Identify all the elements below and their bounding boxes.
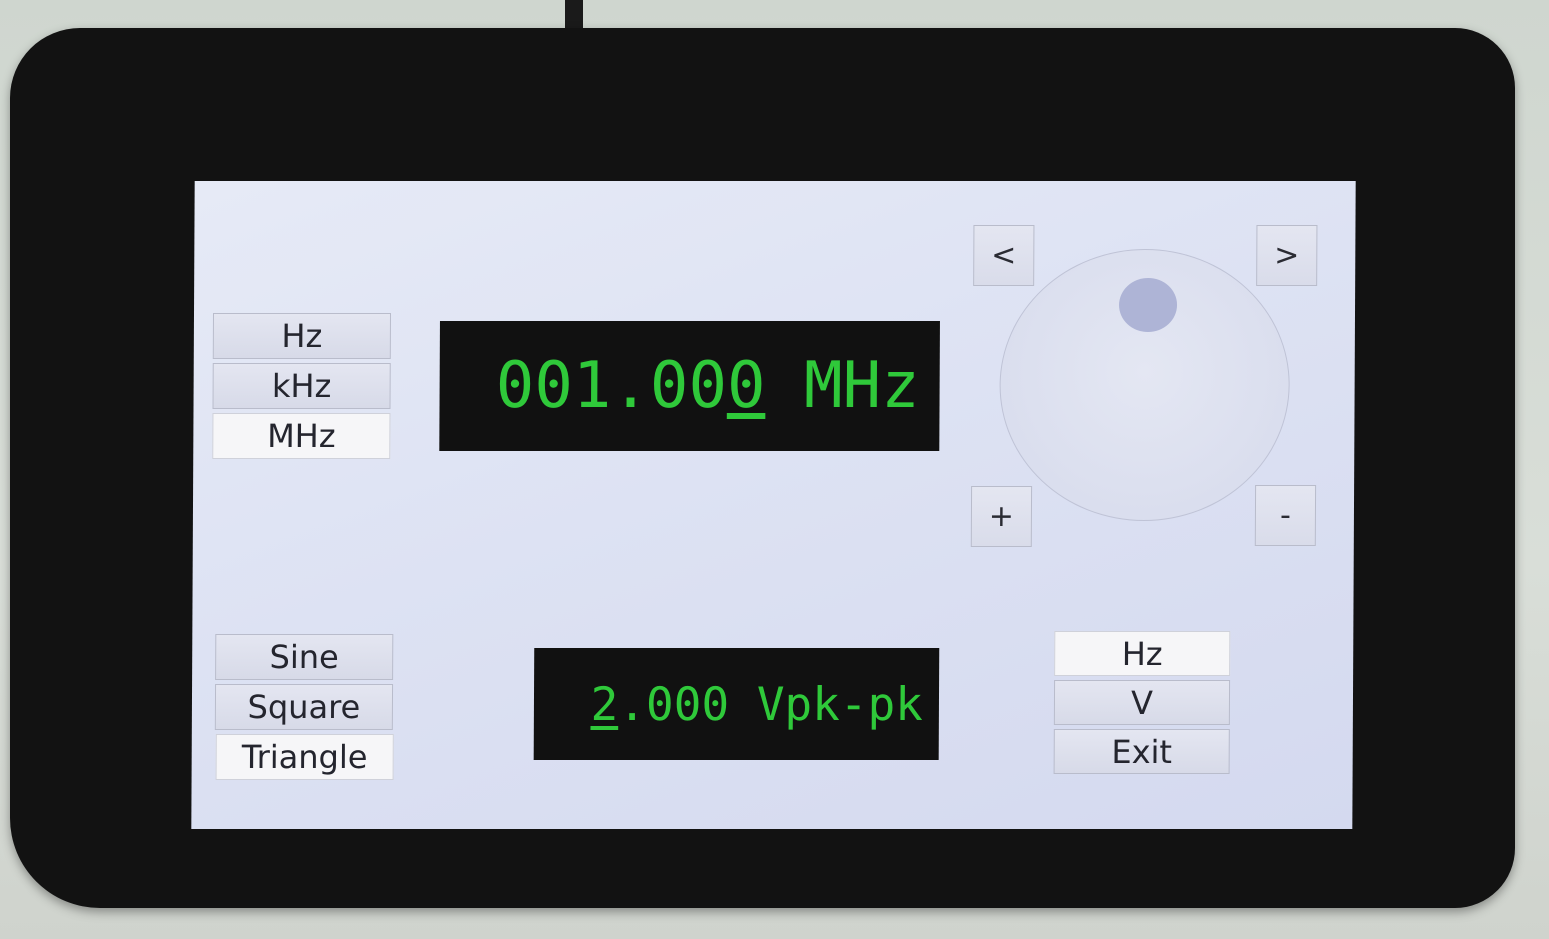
unit-button-hz[interactable]: Hz (212, 313, 392, 359)
mode-button-label: Hz (1121, 634, 1163, 673)
mode-button-hz[interactable]: Hz (1054, 631, 1231, 676)
unit-button-label: MHz (267, 417, 336, 455)
unit-button-khz[interactable]: kHz (212, 363, 391, 409)
cursor-left-button[interactable]: < (973, 225, 1035, 286)
waveform-button-sine[interactable]: Sine (215, 634, 394, 680)
waveform-button-square[interactable]: Square (214, 684, 394, 730)
waveform-button-label: Triangle (241, 738, 368, 776)
dial-knob-indicator[interactable] (1118, 278, 1178, 332)
mode-button-v[interactable]: V (1053, 680, 1231, 725)
amplitude-display: 2.000 Vpk-pk (533, 648, 940, 760)
touch-screen: Hz kHz MHz 001.00 0 MHz < > + - Sine Squ… (191, 181, 1356, 829)
unit-button-label: Hz (281, 317, 323, 355)
cursor-right-button[interactable]: > (1256, 225, 1318, 286)
decrement-button[interactable]: - (1254, 485, 1317, 546)
mode-button-label: V (1130, 683, 1154, 722)
cursor-right-label: > (1274, 238, 1300, 273)
amplitude-cursor-digit: 2 (590, 677, 619, 731)
device-bezel: Hz kHz MHz 001.00 0 MHz < > + - Sine Squ… (10, 28, 1515, 908)
frequency-unit: MHz (765, 349, 920, 423)
increment-label: + (988, 499, 1015, 534)
waveform-button-triangle[interactable]: Triangle (215, 734, 394, 780)
exit-button[interactable]: Exit (1053, 729, 1230, 774)
exit-button-label: Exit (1111, 732, 1173, 771)
decrement-label: - (1279, 498, 1291, 533)
amplitude-value: .000 Vpk-pk (618, 677, 924, 731)
increment-button[interactable]: + (970, 486, 1033, 547)
frequency-display: 001.00 0 MHz (439, 321, 940, 451)
frequency-value: 001.00 (495, 349, 728, 423)
frequency-cursor-digit: 0 (726, 349, 766, 423)
unit-button-label: kHz (271, 367, 332, 405)
waveform-button-label: Sine (269, 638, 339, 676)
cursor-left-label: < (991, 238, 1017, 273)
unit-button-mhz[interactable]: MHz (212, 413, 391, 459)
adjust-dial[interactable] (998, 249, 1291, 521)
waveform-button-label: Square (247, 688, 361, 726)
